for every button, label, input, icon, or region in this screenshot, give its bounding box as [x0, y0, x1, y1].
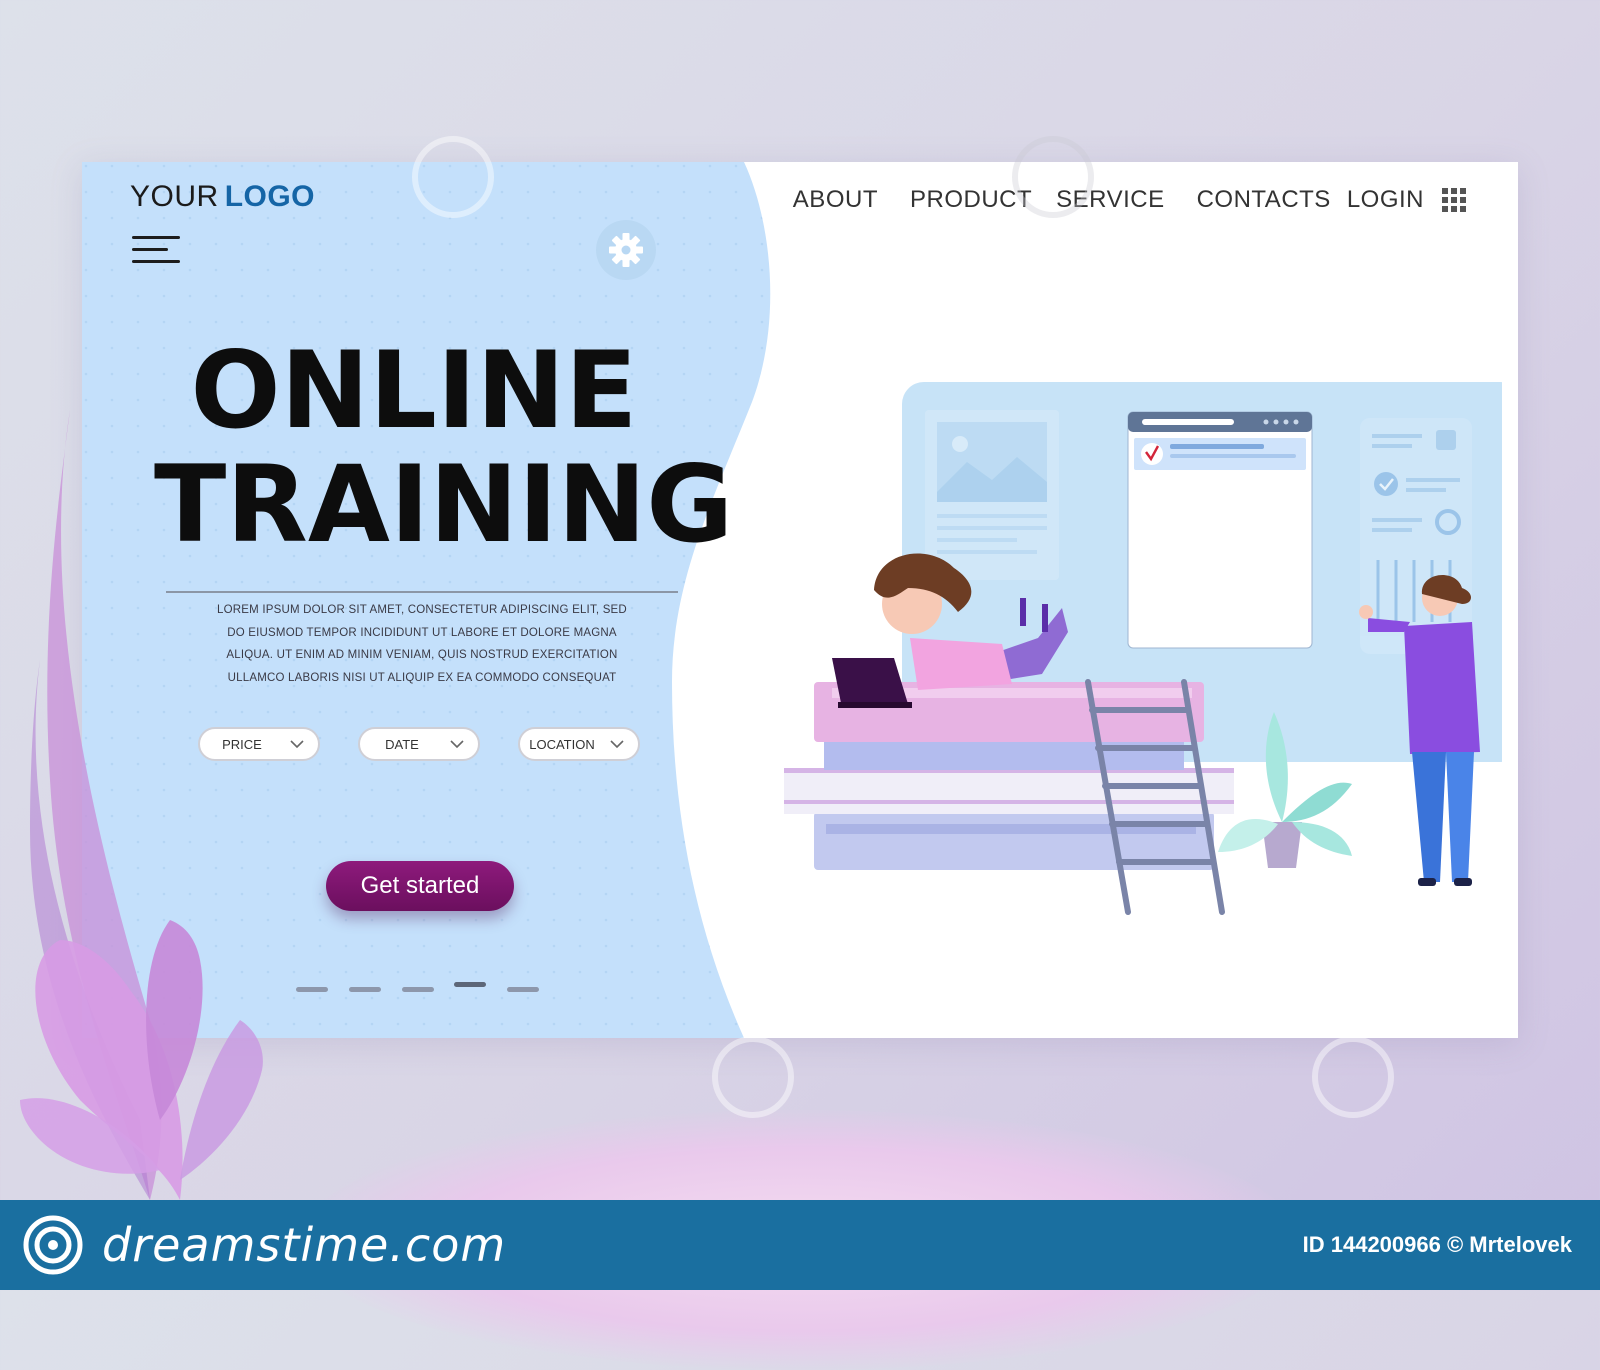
chevron-down-icon — [450, 740, 464, 749]
pager-dot-5[interactable] — [507, 987, 539, 992]
dreamstime-logo-icon — [23, 1215, 83, 1275]
settings-card — [1360, 418, 1472, 654]
date-dropdown[interactable]: DATE — [358, 727, 480, 761]
pager-dot-1[interactable] — [296, 987, 328, 992]
nav-contacts[interactable]: CONTACTS — [1197, 186, 1331, 214]
pager-dot-2[interactable] — [349, 987, 381, 992]
apps-grid-icon[interactable] — [1442, 188, 1466, 212]
chevron-down-icon — [610, 740, 624, 749]
stock-footer-bar: dreamstime.com ID 144200966 © Mrtelovek — [0, 1200, 1600, 1290]
location-dropdown[interactable]: LOCATION — [518, 727, 640, 761]
decorative-leaves — [20, 410, 263, 1200]
footer-credit: ID 144200966 © Mrtelovek — [1302, 1232, 1572, 1257]
logo-prefix: YOUR — [130, 180, 219, 213]
top-nav: ABOUT PRODUCT SERVICE CONTACTS LOGIN — [793, 186, 1466, 214]
nav-login[interactable]: LOGIN — [1347, 186, 1424, 214]
logo-bold: LOGO — [224, 180, 316, 213]
location-dropdown-label: LOCATION — [529, 736, 595, 752]
settings-gear-icon[interactable] — [596, 220, 656, 280]
nav-about[interactable]: ABOUT — [793, 186, 878, 214]
footer-brand: dreamstime.com — [102, 1218, 507, 1272]
date-dropdown-label: DATE — [385, 736, 419, 752]
nav-product[interactable]: PRODUCT — [910, 186, 1032, 214]
pager-dot-4[interactable] — [454, 982, 486, 987]
watermark-swirl-icon — [1312, 1036, 1394, 1118]
pager-dot-3[interactable] — [402, 987, 434, 992]
image-card — [925, 410, 1059, 580]
hamburger-menu-icon[interactable] — [132, 236, 182, 266]
get-started-button[interactable]: Get started — [326, 861, 514, 911]
online-training-illustration — [784, 382, 1502, 915]
nav-service[interactable]: SERVICE — [1056, 186, 1164, 214]
watermark-swirl-icon — [712, 1036, 794, 1118]
browser-window — [1127, 411, 1313, 649]
site-logo[interactable]: YOUR LOGO — [130, 180, 315, 214]
